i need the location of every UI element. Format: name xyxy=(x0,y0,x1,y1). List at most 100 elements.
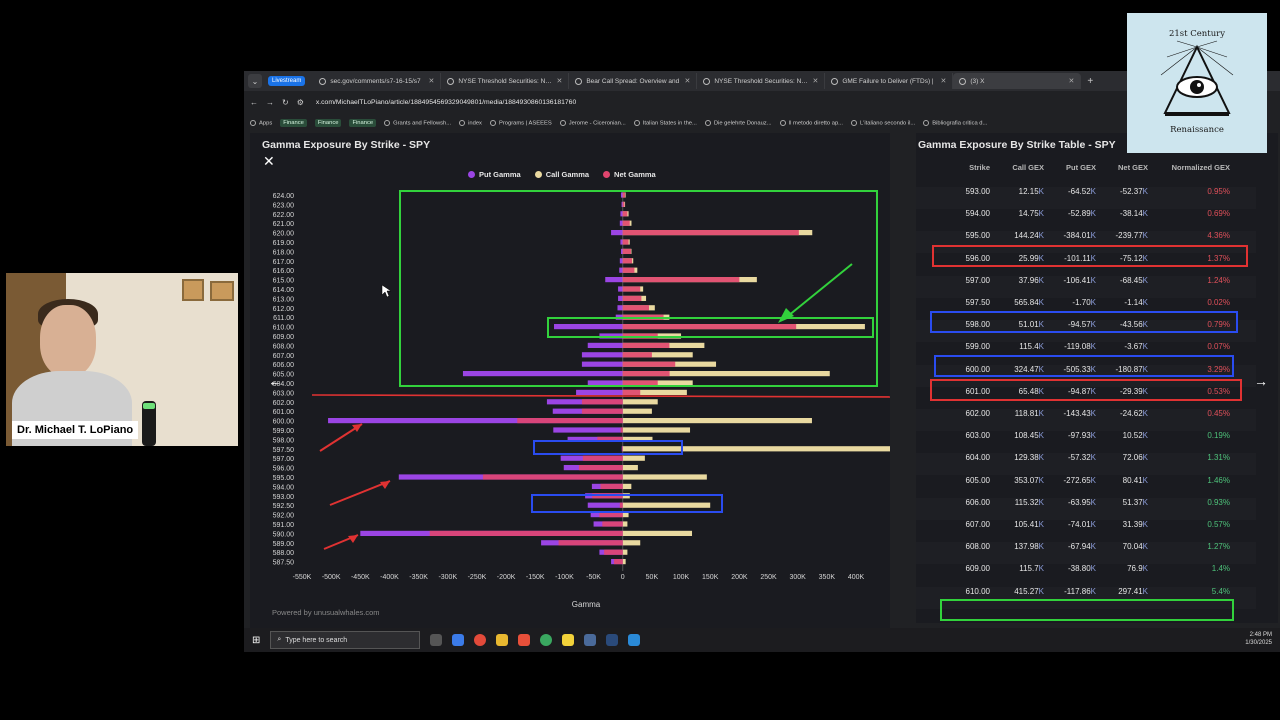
file-explorer-icon[interactable] xyxy=(496,634,509,646)
cell-call-gex: 14.75K xyxy=(990,209,1044,218)
cell-value: 0.53% xyxy=(1207,386,1230,396)
close-icon[interactable]: ✕ xyxy=(556,77,562,85)
close-icon[interactable]: ✕ xyxy=(263,153,275,170)
chart-legend: Put Gamma Call Gamma Net Gamma xyxy=(468,170,656,179)
bookmark-label: Programs | ASEEES xyxy=(498,120,552,127)
cell-value: 3.29% xyxy=(1207,364,1230,374)
legend-net[interactable]: Net Gamma xyxy=(603,170,656,179)
next-arrow-icon[interactable]: → xyxy=(1254,373,1268,389)
cell-normalized-gex: 1.27% xyxy=(1148,542,1230,551)
powered-by: Powered by unusualwhales.com xyxy=(272,608,380,617)
cell-value: 0.57% xyxy=(1207,520,1230,529)
copilot-icon[interactable] xyxy=(452,634,465,646)
app-icon[interactable] xyxy=(606,634,619,646)
bookmark-jerome[interactable]: Jerome - Ciceronian... xyxy=(559,119,626,126)
cell-put-gex: -101.11K xyxy=(1044,254,1096,263)
chrome-icon[interactable] xyxy=(474,634,487,646)
new-tab-icon[interactable]: + xyxy=(1087,76,1093,87)
bookmark-index[interactable]: index xyxy=(459,119,482,126)
livestream-badge[interactable]: Livestream xyxy=(268,76,306,86)
strike-tick-label: 616.00 xyxy=(273,268,295,275)
strike-tick-label: 618.00 xyxy=(273,249,295,256)
cell-strike: 593.00 xyxy=(926,187,990,196)
tab-nyse-2[interactable]: NYSE Threshold Securities: NYSE ✕ xyxy=(697,73,826,89)
bookmark-finance-2[interactable]: Finance xyxy=(314,119,342,127)
bookmark-finance-1[interactable]: Finance xyxy=(280,119,307,127)
chrome-active-icon[interactable] xyxy=(584,634,597,646)
bookmark-metodo[interactable]: Il metodo diretto ap... xyxy=(779,119,843,126)
back-icon[interactable]: ← xyxy=(250,98,258,107)
x-tick-label: 250K xyxy=(760,574,777,581)
cell-strike: 609.00 xyxy=(926,564,990,573)
search-placeholder: Type here to search xyxy=(285,636,348,644)
close-icon[interactable]: ✕ xyxy=(684,77,690,85)
system-clock[interactable]: 2:48 PM 1/30/2025 xyxy=(1245,631,1272,647)
tab-sec-gov[interactable]: sec.gov/comments/s7-16-15/s7 ✕ xyxy=(313,73,442,89)
site-icon xyxy=(559,119,566,126)
cell-normalized-gex: 1.31% xyxy=(1148,453,1230,462)
bookmark-label: L'italiano secondo il... xyxy=(860,120,916,127)
legend-label: Call Gamma xyxy=(545,170,590,179)
cell-value: -94.57 xyxy=(1067,320,1091,330)
cell-strike: 597.50 xyxy=(926,298,990,307)
cell-value: 604.00 xyxy=(965,453,990,463)
tab-bear-call[interactable]: Bear Call Spread: Overview and ✕ xyxy=(569,73,698,89)
cell-value: -38.80 xyxy=(1067,564,1091,574)
close-icon[interactable]: ✕ xyxy=(1068,77,1074,85)
bookmark-grants[interactable]: Grants and Fellowsh... xyxy=(384,119,451,126)
bookmark-italiano[interactable]: L'italiano secondo il... xyxy=(851,119,916,127)
net-gamma-bar xyxy=(581,408,623,414)
site-info-icon[interactable]: ⚙ xyxy=(297,98,304,107)
net-dot-icon xyxy=(603,171,611,178)
forward-icon[interactable]: → xyxy=(266,98,274,107)
cell-call-gex: 144.24K xyxy=(990,231,1044,240)
cell-strike: 610.00 xyxy=(926,587,990,596)
tab-x[interactable]: (3) X ✕ xyxy=(953,73,1082,89)
bookmark-bibliografia[interactable]: Bibliografia critica d... xyxy=(923,119,987,126)
site-icon xyxy=(575,77,583,85)
reload-icon[interactable]: ↻ xyxy=(282,98,289,107)
cell-put-gex: -52.89K xyxy=(1044,209,1096,218)
net-gamma-bar xyxy=(622,371,670,377)
chrome-icon[interactable] xyxy=(540,634,553,646)
strike-tick-label: 597.50 xyxy=(273,447,295,454)
bookmark-apps[interactable]: Apps xyxy=(250,119,273,127)
bookmark-programs[interactable]: Programs | ASEEES xyxy=(489,119,552,127)
bookmark-gelehrte[interactable]: Die gelehrte Donauz... xyxy=(704,119,772,126)
cell-normalized-gex: 5.4% xyxy=(1148,587,1230,596)
close-icon[interactable]: ✕ xyxy=(428,77,434,85)
strike-tick-label: 599.00 xyxy=(273,428,295,435)
app-icon[interactable] xyxy=(518,634,531,646)
call-gamma-bar xyxy=(622,483,632,489)
tab-search-icon[interactable]: ⌄ xyxy=(248,74,262,88)
tab-nyse-1[interactable]: NYSE Threshold Securities: NYSE ✕ xyxy=(441,73,570,89)
taskbar-search[interactable]: ⌕ Type here to search xyxy=(270,631,421,649)
bookmark-italian-states[interactable]: Italian States in the... xyxy=(633,119,697,126)
close-icon[interactable]: ✕ xyxy=(940,77,946,85)
tab-gme-ftd[interactable]: GME Failure to Deliver (FTDs) | ✕ xyxy=(825,73,954,89)
bookmark-finance-3[interactable]: Finance xyxy=(349,119,377,127)
sticky-notes-icon[interactable] xyxy=(562,634,575,646)
cell-value: -24.62 xyxy=(1119,409,1143,418)
windows-start-icon[interactable]: ⊞ xyxy=(252,635,260,646)
cell-value: -384.01 xyxy=(1063,231,1091,241)
url-field[interactable]: x.com/MichaelTLoPiano/article/1884954569… xyxy=(316,99,576,106)
prev-arrow-icon[interactable]: ← xyxy=(268,373,282,389)
cell-value: 610.00 xyxy=(965,586,990,596)
strike-tick-label: 597.00 xyxy=(273,456,295,463)
net-gamma-bar xyxy=(604,549,623,555)
cell-value: 565.84 xyxy=(1014,298,1039,307)
cell-value: -1.70 xyxy=(1072,298,1091,307)
task-view-icon[interactable] xyxy=(430,634,443,646)
bookmark-label: Apps xyxy=(259,120,273,127)
legend-put[interactable]: Put Gamma xyxy=(468,170,521,179)
net-gamma-bar xyxy=(622,305,649,311)
cell-value: 607.00 xyxy=(965,520,990,529)
close-icon[interactable]: ✕ xyxy=(812,77,818,85)
app-icon[interactable] xyxy=(628,634,641,646)
site-icon xyxy=(831,77,839,85)
cell-call-gex: 105.41K xyxy=(990,520,1044,529)
cell-value: -97.93 xyxy=(1067,431,1091,441)
legend-call[interactable]: Call Gamma xyxy=(534,170,590,179)
cell-value: -43.56 xyxy=(1119,320,1143,330)
